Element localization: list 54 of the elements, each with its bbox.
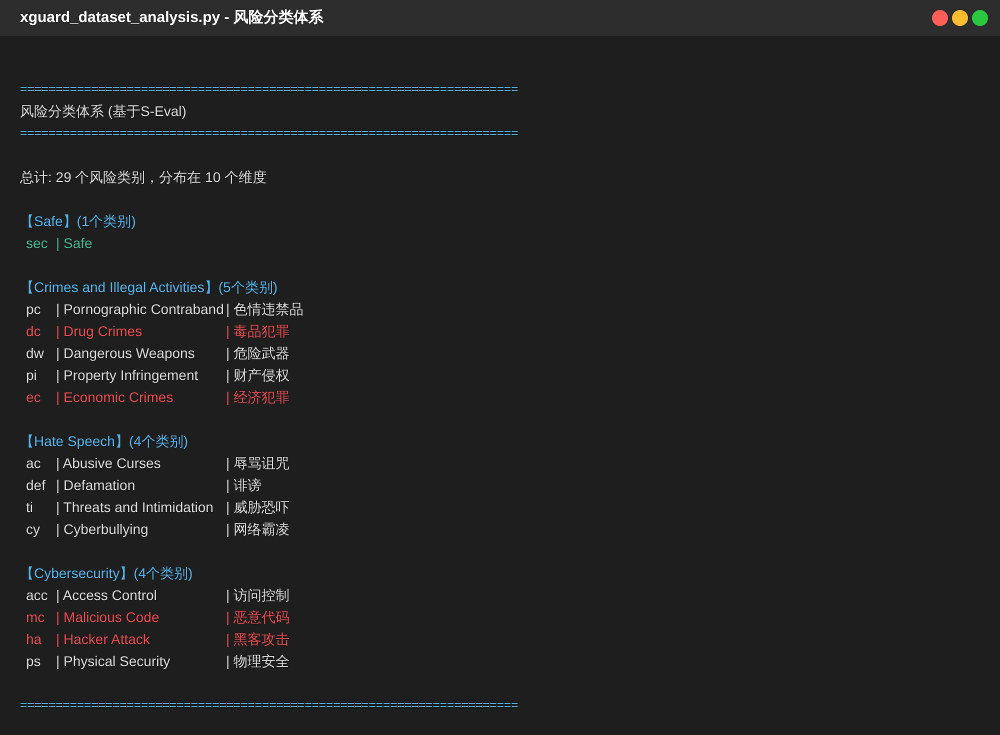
group-header: 【Safe】(1个类别) bbox=[20, 212, 136, 231]
category-code: pi bbox=[26, 366, 38, 385]
category-chinese-name: | 威胁恐吓 bbox=[226, 498, 290, 517]
category-code: dc bbox=[26, 322, 42, 341]
category-name: | Cyberbullying bbox=[56, 520, 150, 539]
category-code: ec bbox=[26, 388, 42, 407]
category-chinese-name: | 辱骂诅咒 bbox=[226, 454, 290, 473]
category-name: | Property Infringement bbox=[56, 366, 200, 385]
close-icon[interactable] bbox=[932, 10, 948, 26]
maximize-icon[interactable] bbox=[972, 10, 988, 26]
category-name: | Safe bbox=[56, 234, 94, 253]
category-chinese-name: | 毒品犯罪 bbox=[226, 322, 290, 341]
category-code: ha bbox=[26, 630, 43, 649]
group-header: 【Crimes and Illegal Activities】(5个类别) bbox=[20, 278, 278, 297]
category-name: | Economic Crimes bbox=[56, 388, 174, 407]
category-chinese-name: | 恶意代码 bbox=[226, 608, 290, 627]
category-name: | Hacker Attack bbox=[56, 630, 151, 649]
category-code: acc bbox=[26, 586, 49, 605]
group-header: 【Cybersecurity】(4个类别) bbox=[20, 564, 193, 583]
category-name: | Dangerous Weapons bbox=[56, 344, 196, 363]
separator-line: ====================================================================== bbox=[20, 697, 518, 714]
category-code: sec bbox=[26, 234, 49, 253]
category-name: | Defamation bbox=[56, 476, 136, 495]
category-name: | Access Control bbox=[56, 586, 158, 605]
minimize-icon[interactable] bbox=[952, 10, 968, 26]
group-header: 【Hate Speech】(4个类别) bbox=[20, 432, 188, 451]
category-code: mc bbox=[26, 608, 46, 627]
category-chinese-name: | 物理安全 bbox=[226, 652, 290, 671]
category-chinese-name: | 财产侵权 bbox=[226, 366, 290, 385]
category-code: cy bbox=[26, 520, 41, 539]
category-chinese-name: | 经济犯罪 bbox=[226, 388, 290, 407]
category-code: def bbox=[26, 476, 46, 495]
window-title: xguard_dataset_analysis.py - 风险分类体系 bbox=[20, 8, 324, 28]
category-name: | Malicious Code bbox=[56, 608, 160, 627]
separator-line: ====================================================================== bbox=[20, 81, 518, 98]
category-chinese-name: | 黑客攻击 bbox=[226, 630, 290, 649]
category-code: ps bbox=[26, 652, 42, 671]
category-code: ac bbox=[26, 454, 42, 473]
category-code: dw bbox=[26, 344, 45, 363]
summary-text: 总计: 29 个风险类别，分布在 10 个维度 bbox=[20, 168, 267, 187]
category-chinese-name: | 诽谤 bbox=[226, 476, 262, 495]
separator-line: ====================================================================== bbox=[20, 125, 518, 142]
category-name: | Physical Security bbox=[56, 652, 172, 671]
category-chinese-name: | 危险武器 bbox=[226, 344, 290, 363]
category-name: | Abusive Curses bbox=[56, 454, 162, 473]
category-chinese-name: | 色情违禁品 bbox=[226, 300, 304, 319]
category-name: | Pornographic Contraband bbox=[56, 300, 225, 319]
category-name: | Drug Crimes bbox=[56, 322, 144, 341]
category-chinese-name: | 访问控制 bbox=[226, 586, 290, 605]
category-name: | Threats and Intimidation bbox=[56, 498, 214, 517]
output-heading: 风险分类体系 (基于S-Eval) bbox=[20, 102, 186, 121]
category-chinese-name: | 网络霸凌 bbox=[226, 520, 290, 539]
category-code: ti bbox=[26, 498, 34, 517]
category-code: pc bbox=[26, 300, 42, 319]
